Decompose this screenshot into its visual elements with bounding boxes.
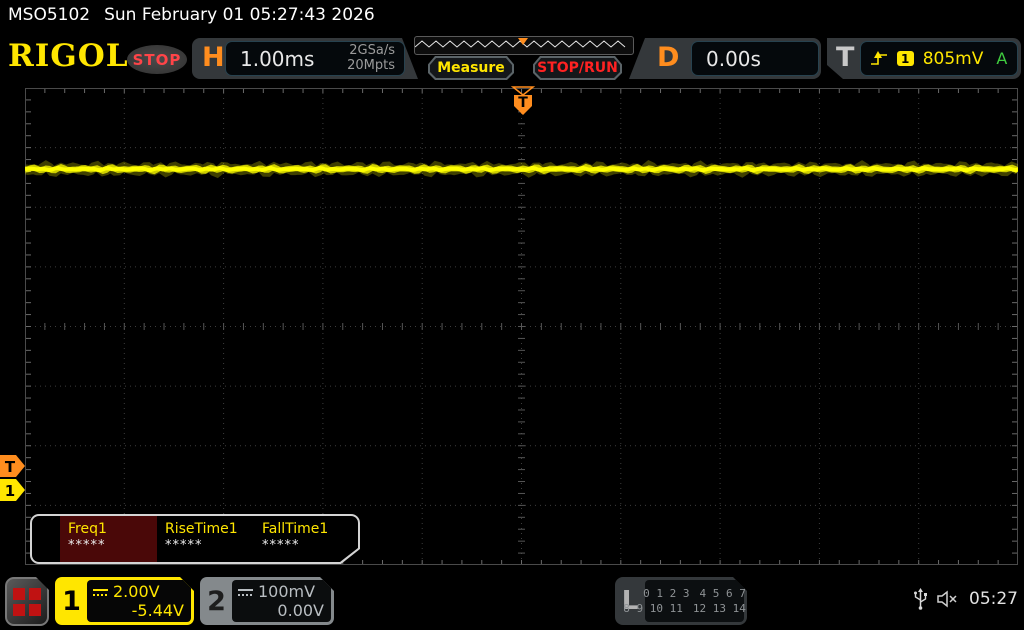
datetime-text: Sun February 01 05:27:43 2026 <box>104 5 375 25</box>
channel2-offset: 0.00V <box>277 601 324 620</box>
measure-value: ***** <box>165 538 203 553</box>
channel1-scale: 2.00V <box>113 582 160 601</box>
channel1-readout: 2.00V -5.44V <box>87 580 191 622</box>
memory-depth: 20Mpts <box>347 57 395 73</box>
clock-text: 05:27 <box>969 589 1018 609</box>
svg-text:T: T <box>5 458 16 476</box>
graticule-display <box>25 88 1018 565</box>
delay-label: D <box>657 42 680 73</box>
channel1-offset: -5.44V <box>131 601 184 620</box>
svg-text:1: 1 <box>5 482 15 500</box>
trigger-mode-auto: A <box>996 49 1008 68</box>
preview-zigzag-icon <box>415 38 626 48</box>
logic-channel-list: 0 1 2 3 4 5 6 7 8 9 10 11 12 13 14 15 <box>645 580 744 622</box>
measure-item-falltime1[interactable]: FallTime1 ***** <box>254 516 351 562</box>
horizontal-label: H <box>202 42 225 73</box>
measure-label: Freq1 <box>68 521 107 537</box>
channel1-box[interactable]: 1 2.00V -5.44V <box>55 577 194 625</box>
trigger-source-badge: 1 <box>897 51 914 66</box>
channel2-box[interactable]: 2 100mV 0.00V <box>200 577 334 625</box>
measurement-panel-body: Freq1 ***** RiseTime1 ***** FallTime1 **… <box>32 516 358 562</box>
timebase-value: 1.00ms <box>240 46 315 71</box>
dc-coupling-icon <box>93 587 108 597</box>
logic-row2-right: 12 13 14 15 <box>692 602 766 615</box>
logic-channels-box[interactable]: L 0 1 2 3 4 5 6 7 8 9 10 11 12 13 14 15 <box>615 577 747 625</box>
stop-run-button-label: STOP/RUN <box>537 60 618 76</box>
horizontal-settings-box[interactable]: H 1.00ms 2GSa/s 20Mpts <box>192 38 418 79</box>
trigger-level-marker[interactable]: T <box>0 455 25 478</box>
oscilloscope-screen: MSO5102 Sun February 01 05:27:43 2026 RIG… <box>0 0 1024 630</box>
logic-row1-right: 4 5 6 7 <box>699 587 746 600</box>
channel2-readout: 100mV 0.00V <box>232 580 331 622</box>
measure-value: ***** <box>262 538 300 553</box>
logic-row1-left: 0 1 2 3 <box>643 587 690 600</box>
trigger-level-value: 805mV <box>922 48 984 69</box>
ch1-ground-marker[interactable]: 1 <box>0 478 25 501</box>
titlebar: MSO5102 Sun February 01 05:27:43 2026 <box>8 5 375 25</box>
delay-settings-box[interactable]: D 0.00s <box>629 38 821 79</box>
usb-icon <box>914 588 927 610</box>
channel2-number: 2 <box>207 585 226 617</box>
speaker-muted-icon <box>937 590 957 608</box>
samplerate-memdepth: 2GSa/s 20Mpts <box>347 44 404 74</box>
measure-button-face: Measure <box>430 58 512 78</box>
sample-rate: 2GSa/s <box>349 42 395 58</box>
trigger-display: 1 805mV A <box>860 41 1018 76</box>
main-menu-button[interactable] <box>5 577 49 626</box>
dc-coupling-icon <box>238 587 253 597</box>
measure-item-freq1[interactable]: Freq1 ***** <box>60 516 157 562</box>
measure-button-label: Measure <box>437 60 505 76</box>
trigger-settings-box[interactable]: T 1 805mV A <box>827 38 1021 79</box>
rigol-logo: RIGOL <box>8 38 129 74</box>
acquisition-status-badge[interactable]: STOP <box>127 45 187 74</box>
measure-item-risetime1[interactable]: RiseTime1 ***** <box>157 516 254 562</box>
menu-grid-icon <box>13 588 41 616</box>
stop-run-button[interactable]: STOP/RUN <box>533 56 622 80</box>
svg-text:T: T <box>519 95 529 111</box>
delay-value: 0.00s <box>706 46 761 71</box>
measurement-panel: Freq1 ***** RiseTime1 ***** FallTime1 **… <box>30 514 360 564</box>
logic-label: L <box>621 586 639 616</box>
rising-edge-icon <box>871 51 888 67</box>
measure-button[interactable]: Measure <box>428 56 514 80</box>
channel1-number: 1 <box>62 585 81 617</box>
logic-row2-left: 8 9 10 11 <box>623 602 683 615</box>
measure-label: FallTime1 <box>262 521 329 537</box>
status-icons: 05:27 <box>914 588 1018 610</box>
model-name: MSO5102 <box>8 5 91 25</box>
waveform-memory-preview[interactable] <box>414 36 634 55</box>
measure-label: RiseTime1 <box>165 521 238 537</box>
trigger-position-marker[interactable]: T <box>511 86 536 116</box>
timebase-display: 1.00ms 2GSa/s 20Mpts <box>225 41 405 76</box>
acquisition-status-label: STOP <box>132 50 182 69</box>
delay-display: 0.00s <box>691 41 819 76</box>
measure-value: ***** <box>68 538 106 553</box>
channel2-scale: 100mV <box>258 582 316 601</box>
stop-run-button-face: STOP/RUN <box>535 58 620 78</box>
trigger-label: T <box>836 42 855 73</box>
